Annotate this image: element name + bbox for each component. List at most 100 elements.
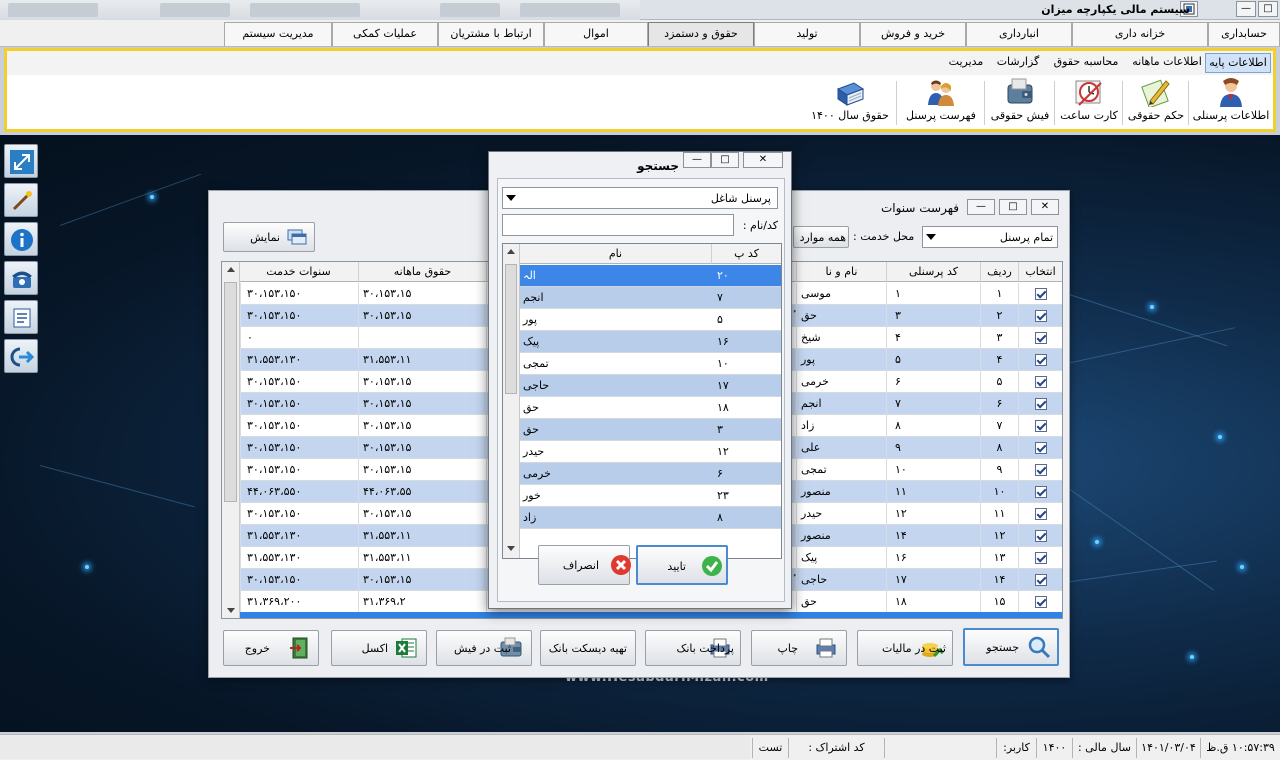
menu-tab-utilities[interactable]: عملیات کمکی: [332, 22, 438, 46]
search-result-row[interactable]: ۱۷ حاجی: [519, 375, 781, 397]
row-select-checkbox[interactable]: [1035, 398, 1047, 410]
tax-register-button[interactable]: ثبت در مالیات: [857, 630, 953, 666]
search-result-row[interactable]: ۶ خرمی: [519, 463, 781, 485]
row-select-checkbox[interactable]: [1035, 552, 1047, 564]
personnel-type-select[interactable]: پرسنل شاغل: [502, 187, 778, 209]
print-button[interactable]: چاپ: [751, 630, 847, 666]
search-result-row[interactable]: ۳ حق: [519, 419, 781, 441]
mainwin-minimize-button[interactable]: —: [967, 199, 995, 215]
dlg-col-header-name[interactable]: نام: [519, 244, 711, 264]
payslip-register-button[interactable]: ثبت در فیش: [436, 630, 532, 666]
search-result-row[interactable]: ۱۶ پیک: [519, 331, 781, 353]
search-results-scrollbar[interactable]: [503, 244, 520, 558]
col-header-code[interactable]: کد پرسنلی: [886, 262, 980, 282]
ribbon-tab-reports[interactable]: گزارشات: [993, 53, 1043, 73]
cell-salary: ۳۱،۵۵۳،۱۱: [358, 525, 486, 547]
search-code-name-input[interactable]: [502, 214, 734, 236]
search-button[interactable]: جستجو: [963, 628, 1059, 666]
row-select-checkbox[interactable]: [1035, 376, 1047, 388]
payslip-button[interactable]: فیش حقوقی: [987, 77, 1053, 129]
cell-name: منصور: [796, 525, 886, 547]
ribbon-tab-monthly-info[interactable]: اطلاعات ماهانه: [1131, 53, 1203, 73]
result-name: تمجی: [523, 357, 549, 370]
row-select-checkbox[interactable]: [1035, 574, 1047, 586]
show-button[interactable]: نمایش: [223, 222, 315, 252]
row-select-checkbox[interactable]: [1035, 310, 1047, 322]
row-select-checkbox[interactable]: [1035, 596, 1047, 608]
cell-name: منصور: [796, 481, 886, 503]
side-info-button[interactable]: [4, 222, 38, 256]
ribbon-tab-management[interactable]: مدیریت: [941, 53, 991, 73]
search-result-row[interactable]: ۸ زاد: [519, 507, 781, 529]
cell-service: ۳۰،۱۵۳،۱۵۰: [240, 283, 358, 305]
cancel-button[interactable]: انصراف: [538, 545, 631, 585]
search-result-row[interactable]: ۱۲ حیدر: [519, 441, 781, 463]
side-notes-button[interactable]: [4, 300, 38, 334]
side-resize-button[interactable]: [4, 144, 38, 178]
search-result-row[interactable]: ۲۰ الہ: [519, 265, 781, 287]
bank-disk-button[interactable]: تهیه دیسکت بانک: [540, 630, 636, 666]
exit-button[interactable]: خروج: [223, 630, 319, 666]
cell-name: خرمی: [796, 371, 886, 393]
window-minimize-button[interactable]: —: [1236, 1, 1256, 17]
row-select-checkbox[interactable]: [1035, 354, 1047, 366]
salary-year-button[interactable]: حقوق سال ۱۴۰۰: [807, 77, 893, 129]
menu-tab-payroll[interactable]: حقوق و دستمزد: [648, 22, 754, 46]
row-select-checkbox[interactable]: [1035, 288, 1047, 300]
cell-code: ۱۰: [886, 459, 980, 481]
ribbon-tab-salary-calc[interactable]: محاسبه حقوق: [1045, 53, 1127, 73]
personnel-select[interactable]: تمام پرسنل: [922, 226, 1058, 248]
search-result-row[interactable]: ۷ انجم: [519, 287, 781, 309]
staff-list-button[interactable]: فهرست پرسنل: [899, 77, 983, 129]
row-select-checkbox[interactable]: [1035, 420, 1047, 432]
search-result-row[interactable]: ۱۰ تمجی: [519, 353, 781, 375]
dialog-close-button[interactable]: ✕: [743, 152, 783, 168]
personnel-info-button[interactable]: اطلاعات پرسنلی: [1191, 77, 1271, 129]
menu-tab-system-admin[interactable]: مدیریت سیستم: [224, 22, 332, 46]
grid-scrollbar[interactable]: [222, 262, 240, 618]
excel-button[interactable]: اکسل: [331, 630, 427, 666]
location-select[interactable]: همه موارد: [793, 226, 849, 248]
dialog-maximize-button[interactable]: □: [711, 152, 739, 168]
menu-tab-purchase-sales[interactable]: خرید و فروش: [860, 22, 966, 46]
cell-salary: ۴۴،۰۶۳،۵۵: [358, 481, 486, 503]
col-header-service[interactable]: سنوات خدمت: [238, 262, 358, 282]
col-header-select[interactable]: انتخاب: [1018, 262, 1062, 282]
timecard-button[interactable]: کارت ساعت: [1057, 77, 1121, 129]
mainwin-maximize-button[interactable]: □: [999, 199, 1027, 215]
salary-decree-button[interactable]: حکم حقوقی: [1125, 77, 1187, 129]
ribbon-tab-basic-info[interactable]: اطلاعات پایه: [1205, 53, 1271, 73]
col-header-salary[interactable]: حقوق ماهانه: [358, 262, 486, 282]
dialog-minimize-button[interactable]: —: [683, 152, 711, 168]
menu-tab-production[interactable]: تولید: [754, 22, 860, 46]
row-select-checkbox[interactable]: [1035, 530, 1047, 542]
side-phone-button[interactable]: [4, 261, 38, 295]
row-select-checkbox[interactable]: [1035, 442, 1047, 454]
cell-name: پیک: [796, 547, 886, 569]
search-result-row[interactable]: ۲۳ خور: [519, 485, 781, 507]
search-result-row[interactable]: ۵ پور: [519, 309, 781, 331]
dlg-col-header-code[interactable]: کد پ: [711, 244, 781, 264]
mainwin-close-button[interactable]: ✕: [1031, 199, 1059, 215]
menu-tab-assets[interactable]: اموال: [544, 22, 648, 46]
row-select-checkbox[interactable]: [1035, 464, 1047, 476]
side-wand-button[interactable]: [4, 183, 38, 217]
status-fiscal-year: ۱۴۰۰: [1036, 738, 1072, 758]
side-exit-button[interactable]: [4, 339, 38, 373]
confirm-button[interactable]: تایید: [636, 545, 728, 585]
bank-payment-button[interactable]: پرداخت بانک: [645, 630, 741, 666]
menu-tab-accounting[interactable]: حسابداری: [1208, 22, 1280, 46]
cell-name: حق: [796, 305, 886, 327]
row-select-checkbox[interactable]: [1035, 508, 1047, 520]
row-select-checkbox[interactable]: [1035, 332, 1047, 344]
window-maximize-button[interactable]: □: [1258, 1, 1278, 17]
col-header-name[interactable]: نام و نا: [796, 262, 886, 282]
row-select-checkbox[interactable]: [1035, 486, 1047, 498]
col-header-row[interactable]: ردیف: [980, 262, 1018, 282]
search-result-row[interactable]: ۱۸ حق: [519, 397, 781, 419]
cell-name: تمجی: [796, 459, 886, 481]
grid-selected-row[interactable]: [240, 612, 1062, 618]
menu-tab-treasury[interactable]: خزانه داری: [1072, 22, 1208, 46]
menu-tab-crm[interactable]: ارتباط با مشتریان: [438, 22, 544, 46]
menu-tab-inventory[interactable]: انبارداری: [966, 22, 1072, 46]
